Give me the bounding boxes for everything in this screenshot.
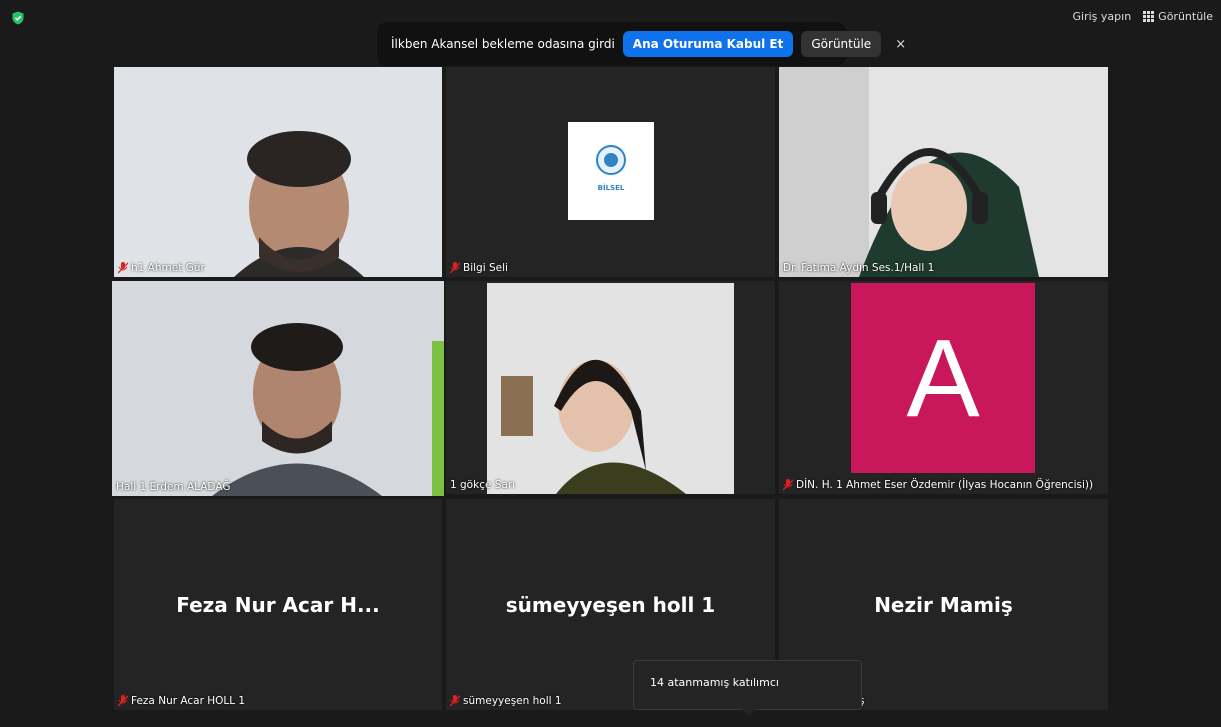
notification-message: İlkben Akansel bekleme odasına girdi xyxy=(391,37,615,51)
participant-label: h1 Ahmet Gür xyxy=(118,262,205,274)
mic-muted-icon xyxy=(450,695,460,707)
unassigned-participants-popup[interactable]: 14 atanmamış katılımcı xyxy=(633,660,862,716)
participant-name: Dr. Fatıma Aydın Ses.1/Hall 1 xyxy=(783,262,935,274)
view-button[interactable]: Görüntüle xyxy=(1143,10,1213,23)
participant-name: h1 Ahmet Gür xyxy=(131,262,205,274)
participant-label: Feza Nur Acar HOLL 1 xyxy=(118,695,245,707)
top-right-controls: Giriş yapın Görüntüle xyxy=(1073,10,1213,23)
participant-video-placeholder xyxy=(112,281,444,496)
participant-label: Bilgi Seli xyxy=(450,262,508,274)
video-tile-fatima-aydin[interactable]: Dr. Fatıma Aydın Ses.1/Hall 1 xyxy=(779,67,1108,277)
mic-muted-icon xyxy=(118,262,128,274)
video-tile-bilgi-seli[interactable]: BİLSEL Bilgi Seli xyxy=(446,67,775,277)
participant-video-placeholder xyxy=(779,67,1108,277)
participant-label: sümeyyeşen holl 1 xyxy=(450,695,562,707)
participant-label: DİN. H. 1 Ahmet Eser Özdemir (İlyas Hoca… xyxy=(783,479,1093,491)
popup-text: 14 atanmamış katılımcı xyxy=(650,676,779,689)
grid-view-icon xyxy=(1143,11,1155,22)
admit-button[interactable]: Ana Oturuma Kabul Et xyxy=(622,31,794,57)
bilsel-logo-icon xyxy=(596,145,626,175)
waiting-room-notification: İlkben Akansel bekleme odasına girdi Ana… xyxy=(377,22,906,66)
participant-name: DİN. H. 1 Ahmet Eser Özdemir (İlyas Hoca… xyxy=(796,479,1094,491)
mic-muted-icon xyxy=(450,262,460,274)
participant-name: 1 gökçe Sarı xyxy=(450,479,516,491)
mic-muted-icon xyxy=(783,479,793,491)
participant-label: Dr. Fatıma Aydın Ses.1/Hall 1 xyxy=(783,262,934,274)
video-tile-ahmet-eser-ozdemir[interactable]: A DİN. H. 1 Ahmet Eser Özdemir (İlyas Ho… xyxy=(779,281,1108,494)
video-tile-gokce-sari[interactable]: 1 gökçe Sarı xyxy=(446,281,775,494)
close-icon[interactable]: × xyxy=(895,37,906,52)
participant-name: Hall 1 Erdem ALADAĞ xyxy=(116,481,231,493)
popup-caret xyxy=(742,709,756,716)
video-tile-ahmet-gur[interactable]: h1 Ahmet Gür xyxy=(114,67,442,277)
shield-icon[interactable] xyxy=(11,11,25,25)
participant-name: Feza Nur Acar HOLL 1 xyxy=(131,695,246,707)
signin-label: Giriş yapın xyxy=(1072,10,1132,23)
notification-view-button[interactable]: Görüntüle xyxy=(801,31,882,57)
mic-muted-icon xyxy=(118,695,128,707)
signin-button[interactable]: Giriş yapın xyxy=(1073,10,1132,23)
video-tile-erdem-aladag[interactable]: Hall 1 Erdem ALADAĞ xyxy=(112,281,444,496)
participant-name: Bilgi Seli xyxy=(463,262,508,274)
participant-display-name: Feza Nur Acar H... xyxy=(176,592,380,617)
avatar-letter: A xyxy=(906,316,980,440)
participant-label: Hall 1 Erdem ALADAĞ xyxy=(116,481,230,493)
participant-video-placeholder xyxy=(114,67,442,277)
logo-text: BİLSEL xyxy=(597,184,625,192)
bilsel-logo: BİLSEL xyxy=(568,122,654,220)
participant-name: sümeyyeşen holl 1 xyxy=(463,695,562,707)
participant-label: 1 gökçe Sarı xyxy=(450,479,515,491)
video-tile-feza-nur-acar[interactable]: Feza Nur Acar H... Feza Nur Acar HOLL 1 xyxy=(114,499,442,710)
participant-video-placeholder xyxy=(446,281,775,494)
view-label: Görüntüle xyxy=(1158,10,1213,23)
avatar: A xyxy=(851,283,1035,473)
